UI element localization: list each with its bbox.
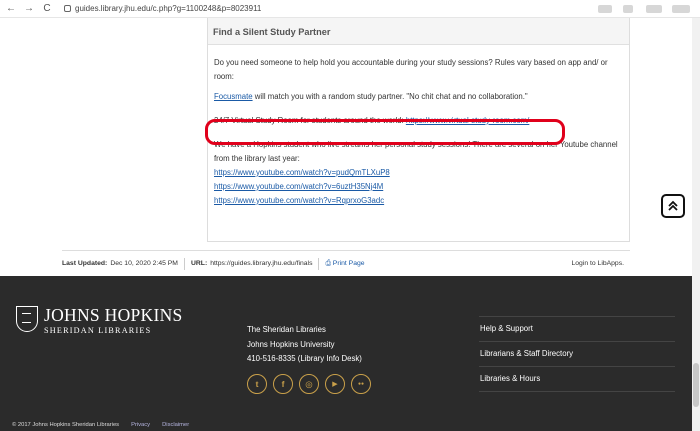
divider bbox=[318, 257, 320, 270]
staff-directory-link[interactable]: Librarians & Staff Directory bbox=[479, 341, 675, 366]
address-bar[interactable]: guides.library.jhu.edu/c.php?g=1100248&p… bbox=[64, 4, 261, 13]
logo-line2: SHERIDAN LIBRARIES bbox=[44, 326, 152, 335]
libraries-hours-link[interactable]: Libraries & Hours bbox=[479, 366, 675, 392]
logo-line1: JOHNS HOPKINS bbox=[44, 305, 183, 325]
focusmate-text: will match you with a random study partn… bbox=[252, 92, 528, 101]
extension-icon[interactable] bbox=[646, 5, 662, 13]
box-title: Find a Silent Study Partner bbox=[208, 18, 629, 45]
disclaimer-link[interactable]: Disclaimer bbox=[162, 422, 189, 428]
twitter-icon[interactable]: t bbox=[247, 374, 267, 394]
flickr-icon[interactable]: ●● bbox=[351, 374, 371, 394]
reload-icon[interactable]: C bbox=[40, 2, 54, 16]
shield-icon bbox=[16, 306, 38, 332]
focusmate-paragraph: Focusmate will match you with a random s… bbox=[214, 90, 623, 104]
help-support-link[interactable]: Help & Support bbox=[479, 316, 675, 341]
youtube-link[interactable]: https://www.youtube.com/watch?v=6uztH35N… bbox=[214, 182, 383, 191]
print-page-link[interactable]: ⎙ Print Page bbox=[325, 260, 364, 268]
scrollbar-thumb[interactable] bbox=[693, 363, 699, 407]
url-value: https://guides.library.jhu.edu/finals bbox=[210, 260, 313, 267]
jhu-logo[interactable]: JOHNS HOPKINS SHERIDAN LIBRARIES bbox=[16, 306, 183, 335]
last-updated-label: Last Updated: bbox=[62, 260, 108, 267]
lock-icon bbox=[64, 5, 71, 12]
footer-bottom: © 2017 Johns Hopkins Sheridan Libraries … bbox=[12, 422, 189, 428]
page: Find a Silent Study Partner Do you need … bbox=[0, 18, 700, 431]
youtube-link[interactable]: https://www.youtube.com/watch?v=pudQmTLX… bbox=[214, 168, 390, 177]
social-links: t f ◎ ▶ ●● bbox=[247, 374, 371, 394]
instagram-icon[interactable]: ◎ bbox=[299, 374, 319, 394]
youtube-link[interactable]: https://www.youtube.com/watch?v=RqprxoG3… bbox=[214, 196, 384, 205]
main-content: Find a Silent Study Partner Do you need … bbox=[0, 18, 692, 277]
library-address: The Sheridan Libraries Johns Hopkins Uni… bbox=[247, 323, 362, 367]
extension-icon[interactable] bbox=[623, 5, 633, 13]
scrollbar[interactable] bbox=[692, 18, 700, 431]
back-icon[interactable]: ← bbox=[4, 2, 18, 16]
address-bar-url: guides.library.jhu.edu/c.php?g=1100248&p… bbox=[75, 4, 262, 13]
profile-icon[interactable] bbox=[672, 5, 690, 13]
back-to-top-button[interactable] bbox=[661, 194, 685, 218]
divider bbox=[183, 257, 185, 270]
privacy-link[interactable]: Privacy bbox=[131, 422, 150, 428]
footer-links: Help & Support Librarians & Staff Direct… bbox=[479, 316, 675, 392]
print-label: Print Page bbox=[332, 259, 365, 267]
address-line: 410-516-8335 (Library Info Desk) bbox=[247, 354, 362, 363]
forward-icon[interactable]: → bbox=[22, 2, 36, 16]
last-updated-value: Dec 10, 2020 2:45 PM bbox=[110, 260, 178, 267]
highlight-annotation bbox=[205, 119, 565, 145]
intro-text: Do you need someone to help hold you acc… bbox=[214, 58, 608, 81]
url-label: URL: bbox=[190, 260, 208, 267]
facebook-icon[interactable]: f bbox=[273, 374, 293, 394]
address-line: Johns Hopkins University bbox=[247, 339, 335, 349]
login-link[interactable]: Login to LibApps. bbox=[571, 260, 624, 267]
extension-icon[interactable] bbox=[598, 5, 612, 13]
youtube-icon[interactable]: ▶ bbox=[325, 374, 345, 394]
address-line: The Sheridan Libraries bbox=[247, 325, 326, 334]
copyright: © 2017 Johns Hopkins Sheridan Libraries bbox=[12, 422, 120, 428]
youtube-link-list: https://www.youtube.com/watch?v=pudQmTLX… bbox=[214, 166, 623, 208]
focusmate-link[interactable]: Focusmate bbox=[214, 92, 253, 101]
browser-toolbar: ← → C guides.library.jhu.edu/c.php?g=110… bbox=[0, 0, 700, 18]
site-footer: JOHNS HOPKINS SHERIDAN LIBRARIES The She… bbox=[0, 276, 692, 431]
chevrons-up-icon bbox=[668, 200, 678, 211]
page-meta-bar: Last Updated: Dec 10, 2020 2:45 PM URL: … bbox=[62, 250, 630, 277]
